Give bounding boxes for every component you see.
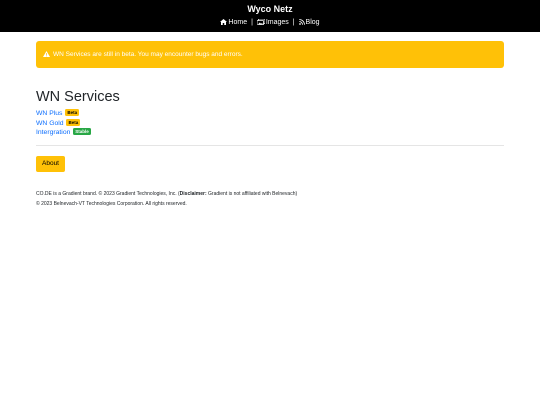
nav-home-label: Home: [228, 19, 248, 26]
disclaimer-label: Disclaimer:: [179, 190, 207, 197]
top-navbar: Wyco Netz Home | Images | Blog: [0, 0, 540, 32]
home-icon: [220, 19, 228, 28]
service-link-wn-plus[interactable]: WN Plus: [36, 110, 62, 117]
footer-line-1: CO.DE is a Gradient brand. © 2023 Gradie…: [36, 189, 504, 199]
nav-separator: |: [251, 19, 253, 26]
nav-separator: |: [292, 19, 295, 26]
footer: CO.DE is a Gradient brand. © 2023 Gradie…: [36, 189, 504, 209]
service-item: Intergration Stable: [36, 128, 504, 138]
nav-images-link[interactable]: Images: [255, 18, 291, 28]
main-container: WN Services are still in beta. You may e…: [0, 41, 540, 209]
footer-line-2: © 2023 Belnevach-VT Technologies Corpora…: [36, 200, 187, 207]
service-item: WN Plus Beta: [36, 109, 504, 119]
nav-home-link[interactable]: Home: [220, 19, 249, 26]
warning-icon: [43, 50, 50, 59]
images-icon: [256, 18, 266, 28]
about-button[interactable]: About: [36, 155, 65, 172]
beta-alert: WN Services are still in beta. You may e…: [36, 41, 504, 68]
page-title: WN Services: [36, 89, 120, 105]
divider: [36, 144, 504, 146]
rss-icon: [298, 19, 305, 28]
site-brand[interactable]: Wyco Netz: [0, 0, 540, 15]
nav-images-label: Images: [265, 19, 289, 26]
nav-blog-link[interactable]: Blog: [297, 19, 320, 26]
service-link-wn-gold[interactable]: WN Gold: [36, 120, 64, 127]
service-item: WN Gold Beta: [36, 118, 504, 129]
beta-badge: Beta: [66, 118, 81, 126]
footer-text: Gradient is not affiliated with Belnevac…: [206, 190, 298, 197]
alert-text: WN Services are still in beta. You may e…: [53, 51, 243, 58]
nav-links: Home | Images | Blog: [0, 18, 540, 28]
beta-badge: Beta: [65, 109, 80, 116]
stable-badge: Stable: [73, 128, 91, 135]
nav-blog-label: Blog: [305, 19, 320, 26]
footer-text: CO.DE is a Gradient brand. © 2023 Gradie…: [36, 190, 180, 197]
service-link-intergration[interactable]: Intergration: [36, 129, 70, 136]
